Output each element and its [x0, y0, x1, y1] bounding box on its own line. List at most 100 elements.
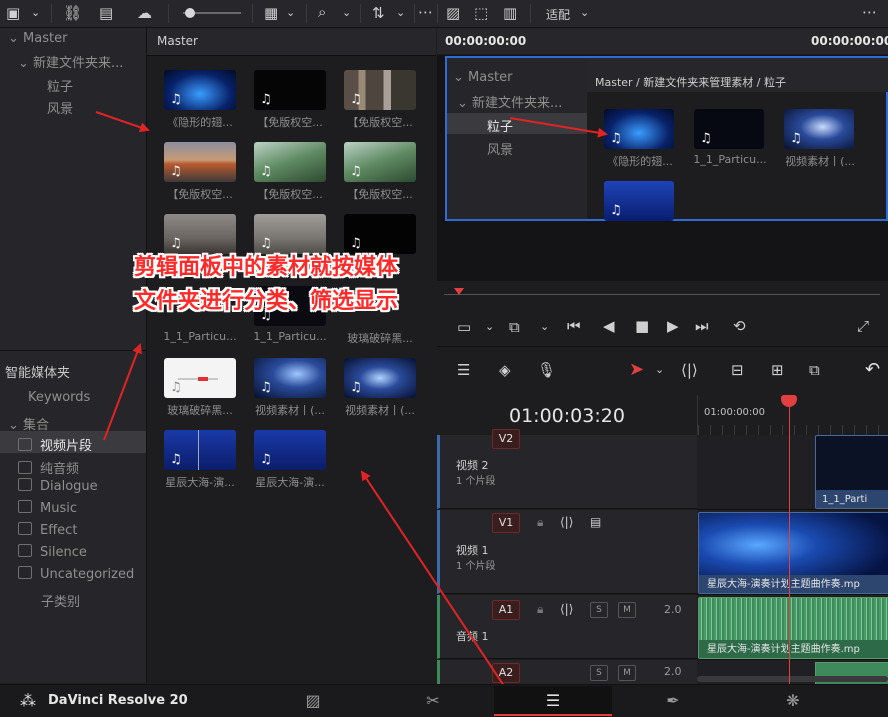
clip-thumbnail[interactable]: ♫	[164, 142, 236, 182]
track-a1-button[interactable]: A1	[492, 600, 520, 620]
chevron-down-icon[interactable]: ⌄	[655, 363, 664, 377]
bin-effect[interactable]: Effect	[18, 522, 77, 538]
timeline-clip-a1[interactable]: 星辰大海-演奏计划主题曲作奏.mp	[698, 597, 888, 659]
grid-view-icon[interactable]: ▦	[264, 6, 278, 21]
cloud-icon[interactable]: ☁	[137, 6, 152, 21]
trim-tool-icon[interactable]: ⟨|⟩	[681, 363, 698, 378]
chevron-down-icon[interactable]: ⌄	[580, 6, 589, 20]
replace-clip-icon[interactable]: ⧉	[809, 363, 820, 378]
lock-icon[interactable]: 🔒︎	[537, 602, 543, 616]
auto-select-icon[interactable]: ⟨|⟩	[560, 602, 573, 616]
viewer-tree-folder[interactable]: ⌄ 新建文件夹来...	[457, 92, 562, 111]
overwrite-clip-icon[interactable]: ⊞	[771, 363, 784, 378]
more-options-icon[interactable]: ⋯	[862, 5, 877, 20]
tree-item-scenery[interactable]: 风景	[47, 98, 73, 117]
image-view-icon[interactable]: ▨	[446, 6, 460, 21]
tree-item-particles[interactable]: 粒子	[47, 76, 73, 95]
bin-silence[interactable]: Silence	[18, 544, 87, 560]
page-color-icon[interactable]: ❋	[734, 686, 852, 716]
chevron-down-icon[interactable]: ⌄	[540, 320, 549, 334]
bin-video-clips[interactable]: 视频片段	[18, 435, 92, 454]
track-a2-button[interactable]: A2	[492, 663, 520, 683]
chevron-down-icon[interactable]: ⌄	[396, 6, 405, 20]
media-pool-header: Master	[147, 28, 436, 56]
bin-dialogue[interactable]: Dialogue	[18, 478, 98, 494]
auto-select-icon[interactable]: ⟨|⟩	[560, 515, 573, 529]
tree-item-folder[interactable]: ⌄ 新建文件夹来...	[18, 52, 123, 71]
clip-thumbnail[interactable]: ♫	[784, 109, 854, 149]
transform-icon[interactable]: ⧉	[509, 320, 520, 335]
thumbnail-size-slider[interactable]	[183, 8, 241, 18]
more-options-icon[interactable]: ⋯	[418, 5, 433, 20]
page-fusion-icon[interactable]: ✒	[614, 686, 732, 716]
track-v1-button[interactable]: V1	[492, 513, 520, 533]
viewer-tree-particles[interactable]: 粒子	[487, 116, 513, 135]
mute-button[interactable]: M	[618, 665, 636, 681]
chevron-down-icon[interactable]: ⌄	[31, 6, 40, 20]
fit-zoom-select[interactable]: 适配	[546, 6, 570, 23]
subtitle-icon[interactable]: ▤	[99, 6, 113, 21]
mute-button[interactable]: M	[618, 602, 636, 618]
stop-icon[interactable]: ■	[635, 319, 649, 334]
bin-music[interactable]: Music	[18, 500, 77, 516]
clip-thumbnail[interactable]: ♫	[164, 70, 236, 110]
clip-thumbnail[interactable]: ♫	[344, 142, 416, 182]
viewer-tree-master[interactable]: ⌄ Master	[453, 70, 512, 85]
solo-button[interactable]: S	[590, 665, 608, 681]
insert-clip-icon[interactable]: ⊟	[731, 363, 744, 378]
clip-thumbnail[interactable]: ♫	[164, 358, 236, 398]
playhead[interactable]	[781, 395, 797, 684]
play-reverse-icon[interactable]: ◀	[603, 319, 615, 334]
skip-back-icon[interactable]: ⏮	[567, 319, 581, 334]
clip-thumbnail[interactable]: ♫	[254, 142, 326, 182]
search-icon[interactable]: ⌕	[318, 5, 326, 20]
bin-uncategorized[interactable]: Uncategorized	[18, 566, 134, 582]
clip-thumbnail[interactable]: ♫	[604, 181, 674, 221]
page-cut-icon[interactable]: ✂	[374, 686, 492, 716]
undo-icon[interactable]: ↶	[865, 359, 880, 380]
fullscreen-icon[interactable]: ⤢	[857, 319, 869, 334]
loop-icon[interactable]: ⟲	[733, 319, 746, 334]
viewer-scrubber[interactable]	[444, 288, 880, 298]
clip-thumbnail[interactable]: ♫	[164, 430, 236, 470]
clip-thumbnail[interactable]: ♫	[344, 214, 416, 254]
page-edit-icon[interactable]: ☰	[494, 686, 612, 716]
snap-icon[interactable]: ◈	[499, 363, 511, 378]
chevron-down-icon[interactable]: ⌄	[485, 320, 494, 334]
sub-category-label[interactable]: 子类别	[41, 591, 80, 610]
track-v2-button[interactable]: V2	[492, 429, 520, 449]
mic-icon[interactable]: 🎙	[537, 363, 556, 378]
safe-area-icon[interactable]: ⬚	[474, 6, 488, 21]
timeline-clip-v1[interactable]: 星辰大海-演奏计划主题曲作奏.mp	[698, 512, 888, 594]
bin-audio-only[interactable]: 纯音频	[18, 458, 79, 477]
clip-thumbnail[interactable]: ♫	[254, 430, 326, 470]
clip-thumbnail[interactable]: ♫	[694, 109, 764, 149]
pointer-tool-icon[interactable]: ➤	[629, 359, 644, 380]
chevron-down-icon[interactable]: ⌄	[342, 6, 351, 20]
play-icon[interactable]: ▶	[667, 319, 679, 334]
clip-thumbnail[interactable]: ♫	[604, 109, 674, 149]
chevron-down-icon[interactable]: ⌄	[286, 6, 295, 20]
clip-view-icon[interactable]: ▭	[457, 320, 471, 335]
page-media-icon[interactable]: ▨	[254, 686, 372, 716]
clip-thumbnail[interactable]: ♫	[254, 214, 326, 254]
link-icon[interactable]: ⛓	[63, 6, 82, 21]
layout-icon[interactable]: ▥	[503, 6, 517, 21]
keywords-bin[interactable]: Keywords	[28, 390, 90, 405]
clip-thumbnail[interactable]: ♫	[344, 70, 416, 110]
timeline-options-icon[interactable]: ☰	[457, 363, 470, 378]
skip-forward-icon[interactable]: ⏭	[695, 319, 709, 334]
clip-thumbnail[interactable]: ♫	[164, 214, 236, 254]
sort-icon[interactable]: ⇅	[372, 6, 385, 21]
tree-item-master[interactable]: ⌄ Master	[8, 31, 67, 46]
lock-icon[interactable]: 🔒︎	[537, 515, 543, 529]
clip-thumbnail[interactable]: ♫	[254, 70, 326, 110]
viewer-tree-scenery[interactable]: 风景	[487, 139, 513, 158]
panel-toggle-icon[interactable]: ▣	[6, 6, 20, 21]
timeline-clip-v2[interactable]: 1_1_Parti	[815, 435, 888, 509]
clip-thumbnail[interactable]: ♫	[344, 358, 416, 398]
solo-button[interactable]: S	[590, 602, 608, 618]
track-enable-icon[interactable]: ▤	[590, 515, 601, 529]
timeline-scrollbar[interactable]	[697, 676, 888, 682]
clip-thumbnail[interactable]: ♫	[254, 358, 326, 398]
